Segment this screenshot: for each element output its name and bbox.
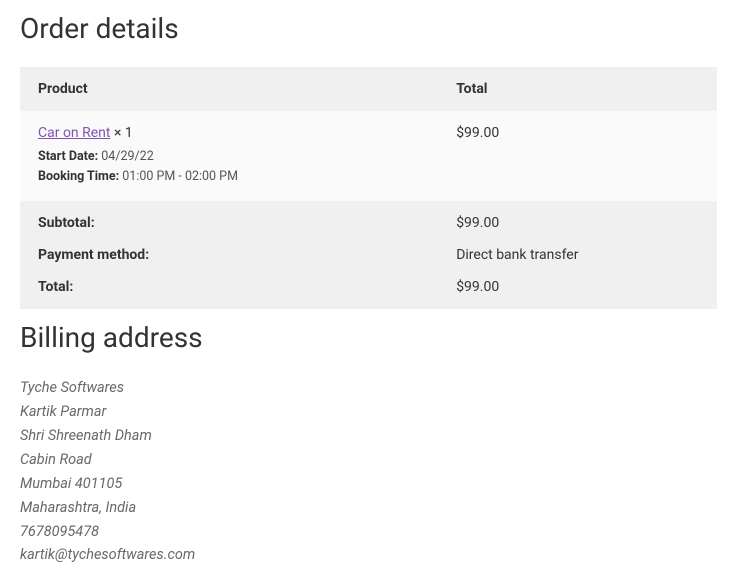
booking-time-label: Booking Time: bbox=[38, 169, 119, 184]
product-meta: Start Date: 04/29/22 Booking Time: 01:00… bbox=[38, 147, 420, 187]
address-line: Mumbai 401105 bbox=[20, 472, 717, 496]
address-line: Tyche Softwares bbox=[20, 376, 717, 400]
line-total-cell: $99.00 bbox=[438, 111, 717, 201]
payment-method-value: Direct bank transfer bbox=[438, 239, 717, 271]
billing-address-section: Billing address Tyche Softwares Kartik P… bbox=[20, 321, 717, 567]
booking-time-value: 01:00 PM - 02:00 PM bbox=[122, 169, 238, 184]
product-quantity: × 1 bbox=[114, 125, 133, 141]
billing-address-heading: Billing address bbox=[20, 321, 717, 354]
column-header-total: Total bbox=[438, 67, 717, 111]
subtotal-value: $99.00 bbox=[438, 201, 717, 239]
billing-email: kartik@tychesoftwares.com bbox=[20, 543, 717, 567]
total-value: $99.00 bbox=[438, 271, 717, 309]
order-details-table: Product Total Car on Rent × 1 Start Date… bbox=[20, 67, 717, 309]
total-label: Total: bbox=[20, 271, 438, 309]
product-cell: Car on Rent × 1 Start Date: 04/29/22 Boo… bbox=[20, 111, 438, 201]
start-date-value: 04/29/22 bbox=[101, 149, 153, 164]
column-header-product: Product bbox=[20, 67, 438, 111]
order-details-section: Order details Product Total Car on Rent … bbox=[20, 12, 717, 309]
address-line: Shri Shreenath Dham bbox=[20, 424, 717, 448]
subtotal-row: Subtotal: $99.00 bbox=[20, 201, 717, 239]
address-line: Maharashtra, India bbox=[20, 496, 717, 520]
billing-address-block: Tyche Softwares Kartik Parmar Shri Shree… bbox=[20, 376, 717, 567]
total-row: Total: $99.00 bbox=[20, 271, 717, 309]
product-link[interactable]: Car on Rent bbox=[38, 125, 111, 141]
address-line: Cabin Road bbox=[20, 448, 717, 472]
subtotal-label: Subtotal: bbox=[20, 201, 438, 239]
order-details-heading: Order details bbox=[20, 12, 717, 45]
table-row: Car on Rent × 1 Start Date: 04/29/22 Boo… bbox=[20, 111, 717, 201]
payment-method-row: Payment method: Direct bank transfer bbox=[20, 239, 717, 271]
payment-method-label: Payment method: bbox=[20, 239, 438, 271]
address-line: 7678095478 bbox=[20, 520, 717, 544]
address-line: Kartik Parmar bbox=[20, 400, 717, 424]
start-date-label: Start Date: bbox=[38, 149, 98, 164]
